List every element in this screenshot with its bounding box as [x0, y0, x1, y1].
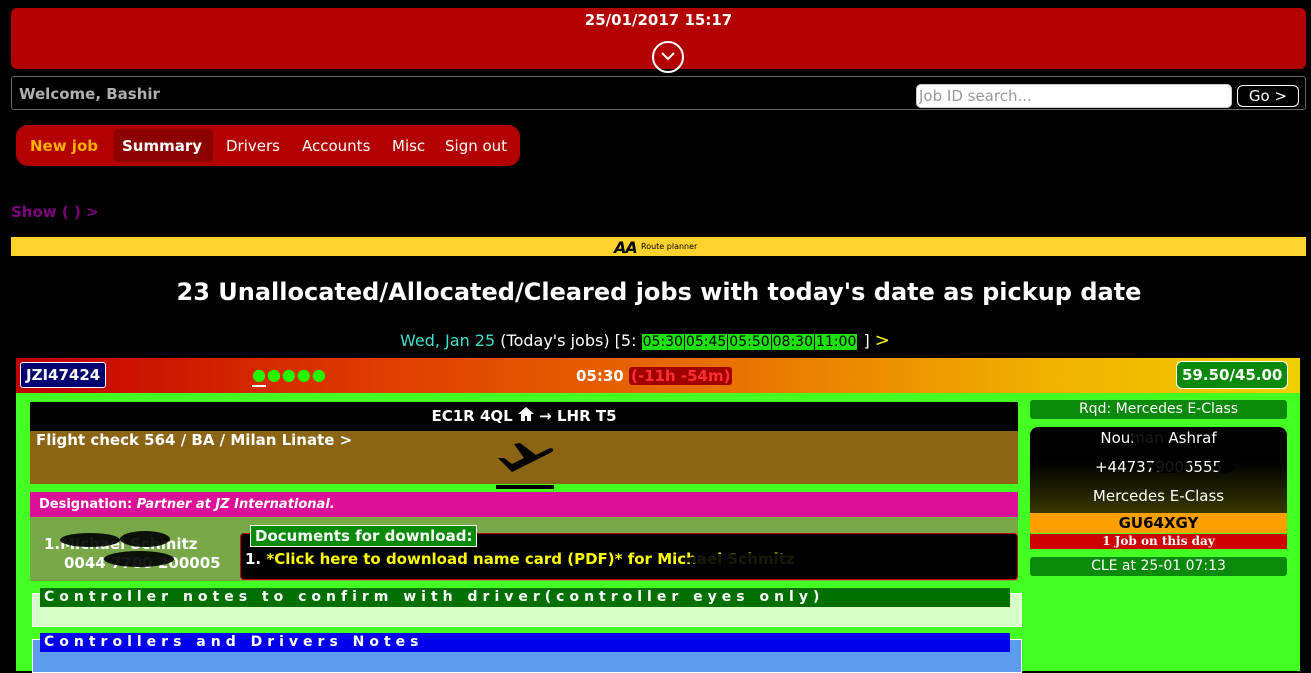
flight-check-link[interactable]: Flight check 564 / BA / Milan Linate >: [36, 431, 352, 449]
designation-label: Designation:: [39, 497, 133, 512]
cleared-status: CLE at 25-01 07:13: [1030, 557, 1287, 576]
nav-summary[interactable]: Summary: [122, 137, 202, 155]
controller-notes-title: Controller notes to confirm with driver(…: [40, 588, 1010, 607]
documents-title: Documents for download:: [250, 525, 478, 547]
day-line: Wed, Jan 25 (Today's jobs) [5: 05:30 05:4…: [400, 330, 890, 351]
job-price[interactable]: 59.50/45.00: [1176, 361, 1289, 389]
main-nav: New job Summary Drivers Accounts Misc Si…: [16, 125, 520, 166]
job-id-search-input[interactable]: [916, 84, 1232, 108]
route-planner-label: Route planner: [641, 242, 698, 251]
vehicle-registration: GU64XGY: [1030, 513, 1287, 533]
download-name-card-link[interactable]: *Click here to download name card (PDF)*…: [266, 550, 652, 568]
doc-number: 1.: [245, 550, 262, 568]
nav-accounts[interactable]: Accounts: [302, 137, 370, 155]
pickup-time: 05:30: [576, 367, 624, 385]
driver-car: Mercedes E-Class: [1092, 487, 1225, 505]
day-suffix: (Today's jobs) [5:: [500, 331, 637, 350]
job-body: EC1R 4QL → LHR T5 Flight check 564 / BA …: [16, 393, 1300, 673]
time-chip[interactable]: 05:45: [684, 334, 728, 350]
time-chip[interactable]: 08:30: [771, 334, 814, 350]
time-chip[interactable]: 11:00: [815, 334, 858, 350]
aa-logo: AA: [614, 238, 638, 257]
status-dots-text: ●●●●●: [252, 365, 327, 384]
job-id[interactable]: JZI47424: [20, 362, 107, 388]
job-time: 05:30 (-11h -54m): [576, 367, 733, 385]
welcome-text: Welcome, Bashir: [19, 85, 160, 103]
nav-sign-out[interactable]: Sign out: [445, 137, 507, 155]
time-chip[interactable]: 05:30: [641, 334, 684, 350]
jobs-on-day-badge: 1 Job on this day: [1030, 534, 1287, 549]
redaction-scribble: [1130, 431, 1170, 445]
plane-runway-line: [496, 485, 554, 489]
next-day-arrow[interactable]: >: [875, 330, 890, 351]
go-button[interactable]: Go >: [1237, 85, 1299, 107]
designation-row: Designation: Partner at JZ International…: [30, 492, 1018, 517]
nav-misc[interactable]: Misc: [392, 137, 425, 155]
status-dots: ●●●●●: [252, 367, 327, 387]
redaction-scribble: [60, 533, 120, 547]
home-icon: [517, 407, 539, 425]
driver-notes-title: Controllers and Drivers Notes: [40, 633, 1010, 652]
top-header: 25/01/2017 15:17: [11, 8, 1306, 73]
redaction-scribble: [1215, 461, 1235, 473]
redaction-scribble: [120, 531, 170, 547]
chevron-down-icon[interactable]: [652, 41, 684, 73]
nav-new-job[interactable]: New job: [30, 137, 98, 155]
route-from: EC1R 4QL: [431, 407, 513, 425]
route-to: → LHR T5: [539, 407, 617, 425]
redaction-scribble: [1150, 459, 1190, 473]
redaction-scribble: [684, 553, 824, 567]
flight-row: Flight check 564 / BA / Milan Linate >: [30, 431, 1018, 484]
nav-drivers[interactable]: Drivers: [226, 137, 280, 155]
current-datetime: 25/01/2017 15:17: [584, 11, 733, 29]
times-close: ]: [863, 331, 870, 350]
aa-route-planner-bar[interactable]: AA Route planner: [11, 237, 1306, 257]
time-chip[interactable]: 05:50: [728, 334, 771, 350]
job-header: JZI47424 ●●●●● 05:30 (-11h -54m) 59.50/4…: [16, 358, 1300, 393]
status-dots-underline: [252, 385, 266, 387]
late-badge: (-11h -54m): [628, 367, 733, 385]
required-vehicle: Rqd: Mercedes E-Class: [1030, 400, 1287, 419]
redaction-scribble: [104, 551, 174, 567]
page-title: 23 Unallocated/Allocated/Cleared jobs wi…: [176, 278, 1142, 306]
route-bar: EC1R 4QL → LHR T5: [30, 402, 1018, 431]
designation-value: Partner at JZ International.: [136, 497, 335, 512]
plane-departure-icon: [498, 443, 554, 472]
day-date[interactable]: Wed, Jan 25: [400, 331, 495, 350]
show-toggle[interactable]: Show ( ) >: [11, 203, 99, 221]
